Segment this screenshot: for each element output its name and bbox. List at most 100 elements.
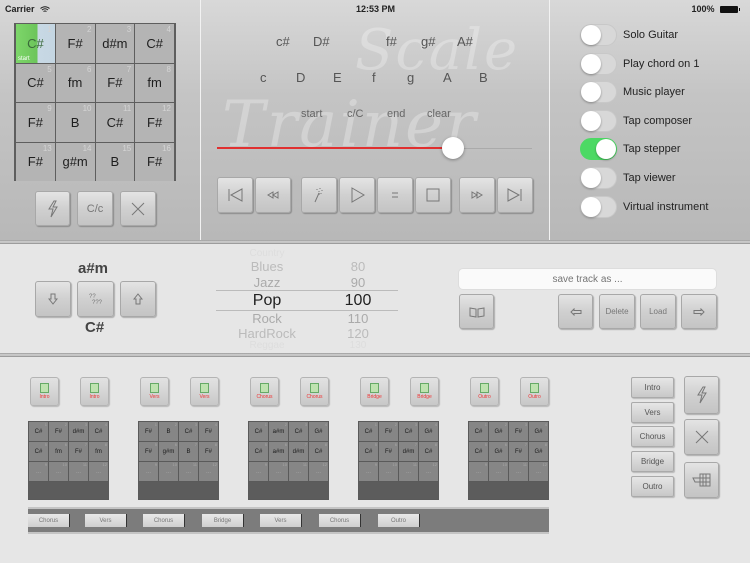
- chord-cell[interactable]: 6 fm: [55, 63, 95, 102]
- part-chord-cell[interactable]: 10...: [379, 462, 398, 481]
- part-chord-cell[interactable]: 3 C#: [179, 422, 198, 441]
- play-button[interactable]: [339, 177, 375, 213]
- part-chord-cell[interactable]: 9...: [29, 462, 48, 481]
- part-chord-cell[interactable]: 10...: [489, 462, 508, 481]
- next-track-button[interactable]: [681, 294, 717, 329]
- add-part-button[interactable]: Chorus: [250, 377, 279, 406]
- clear-grid-button[interactable]: [120, 191, 156, 226]
- rewind-button[interactable]: [255, 177, 291, 213]
- add-part-button[interactable]: Intro: [80, 377, 109, 406]
- sequence-item[interactable]: Chorus: [28, 514, 70, 527]
- add-part-button[interactable]: Intro: [30, 377, 59, 406]
- equals-button[interactable]: [377, 177, 413, 213]
- transpose-up-button[interactable]: [120, 281, 156, 317]
- chord-cell[interactable]: 12 F#: [135, 103, 174, 142]
- toggle-switch[interactable]: [580, 138, 617, 161]
- previous-track-button[interactable]: [558, 294, 593, 329]
- load-track-button[interactable]: Load: [640, 294, 676, 329]
- chord-cell[interactable]: 16 F#: [135, 142, 174, 181]
- fast-forward-button[interactable]: [459, 177, 495, 213]
- part-chord-cell[interactable]: 8 G#: [529, 442, 548, 461]
- scale-control-2[interactable]: end: [387, 108, 405, 120]
- picker-row[interactable]: Jazz 90: [216, 275, 398, 291]
- part-chord-cell[interactable]: 6 fm: [49, 442, 68, 461]
- picker-row[interactable]: Pop 100: [216, 292, 398, 311]
- part-chord-cell[interactable]: 8 F#: [199, 442, 218, 461]
- sequence-item[interactable]: Outro: [378, 514, 420, 527]
- picker-row[interactable]: Blues 80: [216, 259, 398, 275]
- scale-control-1[interactable]: c/C: [347, 108, 364, 120]
- part-grid-intro[interactable]: 1 C# 2 F# 3 d#m 4 C# 5 C# 6 fm 7 F# 8 fm 9... 10... 11... 1…: [28, 421, 109, 500]
- part-chord-cell[interactable]: 10...: [159, 462, 178, 481]
- picker-row[interactable]: Rock 110: [216, 311, 398, 327]
- sequence-item[interactable]: Chorus: [143, 514, 185, 527]
- part-chord-cell[interactable]: 11...: [179, 462, 198, 481]
- part-chord-cell[interactable]: 11...: [289, 462, 308, 481]
- part-chord-cell[interactable]: 12...: [529, 462, 548, 481]
- part-palette-vers[interactable]: Vers: [631, 401, 674, 423]
- save-track-input[interactable]: [458, 268, 717, 290]
- chord-cell[interactable]: 11 C#: [95, 103, 135, 142]
- picker-row[interactable]: Reggae 130: [216, 340, 398, 353]
- note-key-natural[interactable]: E: [333, 70, 342, 85]
- part-chord-cell[interactable]: 5 C#: [359, 442, 378, 461]
- part-chord-cell[interactable]: 4 G#: [529, 422, 548, 441]
- part-chord-cell[interactable]: 11...: [69, 462, 88, 481]
- chord-cell[interactable]: 10 B: [55, 103, 95, 142]
- skip-to-start-button[interactable]: [217, 177, 253, 213]
- add-part-button[interactable]: Outro: [470, 377, 499, 406]
- part-chord-cell[interactable]: 7 d#m: [399, 442, 418, 461]
- chord-cell[interactable]: 2 F#: [55, 24, 95, 63]
- part-chord-cell[interactable]: 7 F#: [509, 442, 528, 461]
- part-chord-cell[interactable]: 9...: [359, 462, 378, 481]
- part-chord-cell[interactable]: 7 F#: [69, 442, 88, 461]
- part-chord-cell[interactable]: 6 g#m: [159, 442, 178, 461]
- part-chord-cell[interactable]: 4 G#: [419, 422, 438, 441]
- clear-song-button[interactable]: [684, 419, 719, 455]
- copy-to-grid-button[interactable]: [684, 462, 719, 498]
- chord-cell[interactable]: 9 F#: [16, 103, 55, 142]
- part-chord-cell[interactable]: 5 C#: [249, 442, 268, 461]
- magic-wand-button[interactable]: [301, 177, 337, 213]
- add-part-button[interactable]: Vers: [190, 377, 219, 406]
- part-chord-cell[interactable]: 6 G#: [489, 442, 508, 461]
- add-part-button[interactable]: Vers: [140, 377, 169, 406]
- random-key-button[interactable]: ?????: [77, 281, 114, 317]
- part-chord-cell[interactable]: 7 d#m: [289, 442, 308, 461]
- part-chord-cell[interactable]: 6 F#: [379, 442, 398, 461]
- part-chord-cell[interactable]: 8 fm: [89, 442, 108, 461]
- randomize-song-button[interactable]: [684, 376, 719, 414]
- stop-button[interactable]: [415, 177, 451, 213]
- chord-cell[interactable]: 1 C# start: [16, 24, 55, 63]
- transpose-down-button[interactable]: [35, 281, 71, 317]
- song-sequence-bar[interactable]: Chorus Vers Chorus Bridge Vers Chorus Outro: [28, 507, 549, 534]
- note-key-sharp[interactable]: g#: [421, 34, 435, 49]
- toggle-switch[interactable]: [580, 167, 617, 189]
- scale-control-0[interactable]: start: [301, 108, 322, 120]
- part-palette-intro[interactable]: Intro: [631, 377, 674, 398]
- part-chord-cell[interactable]: 10...: [269, 462, 288, 481]
- sequence-item[interactable]: Bridge: [202, 514, 244, 527]
- part-chord-cell[interactable]: 8 C#: [419, 442, 438, 461]
- chord-cell[interactable]: 5 C#: [16, 63, 55, 102]
- part-chord-cell[interactable]: 9...: [469, 462, 488, 481]
- part-chord-cell[interactable]: 11...: [399, 462, 418, 481]
- part-chord-cell[interactable]: 2 a#m: [269, 422, 288, 441]
- skip-to-end-button[interactable]: [497, 177, 533, 213]
- add-part-button[interactable]: Chorus: [300, 377, 329, 406]
- note-key-sharp[interactable]: c#: [276, 34, 290, 49]
- chord-cell[interactable]: 3 d#m: [95, 24, 135, 63]
- part-chord-cell[interactable]: 4 C#: [89, 422, 108, 441]
- chord-cell[interactable]: 13 F#: [16, 142, 55, 181]
- part-chord-cell[interactable]: 4 G#: [309, 422, 328, 441]
- note-key-natural[interactable]: B: [479, 70, 488, 85]
- chord-cell[interactable]: 15 B: [95, 142, 135, 181]
- part-chord-cell[interactable]: 5 C#: [469, 442, 488, 461]
- part-chord-cell[interactable]: 4 F#: [199, 422, 218, 441]
- note-key-natural[interactable]: D: [296, 70, 305, 85]
- part-grid-chorus[interactable]: 1 C# 2 a#m 3 C# 4 G# 5 C# 6 a#m 7 d#m 8 C# 9... 10... 11..…: [248, 421, 329, 500]
- sequence-item[interactable]: Chorus: [319, 514, 361, 527]
- part-chord-cell[interactable]: 3 C#: [399, 422, 418, 441]
- note-key-sharp[interactable]: D#: [313, 34, 330, 49]
- part-chord-cell[interactable]: 12...: [199, 462, 218, 481]
